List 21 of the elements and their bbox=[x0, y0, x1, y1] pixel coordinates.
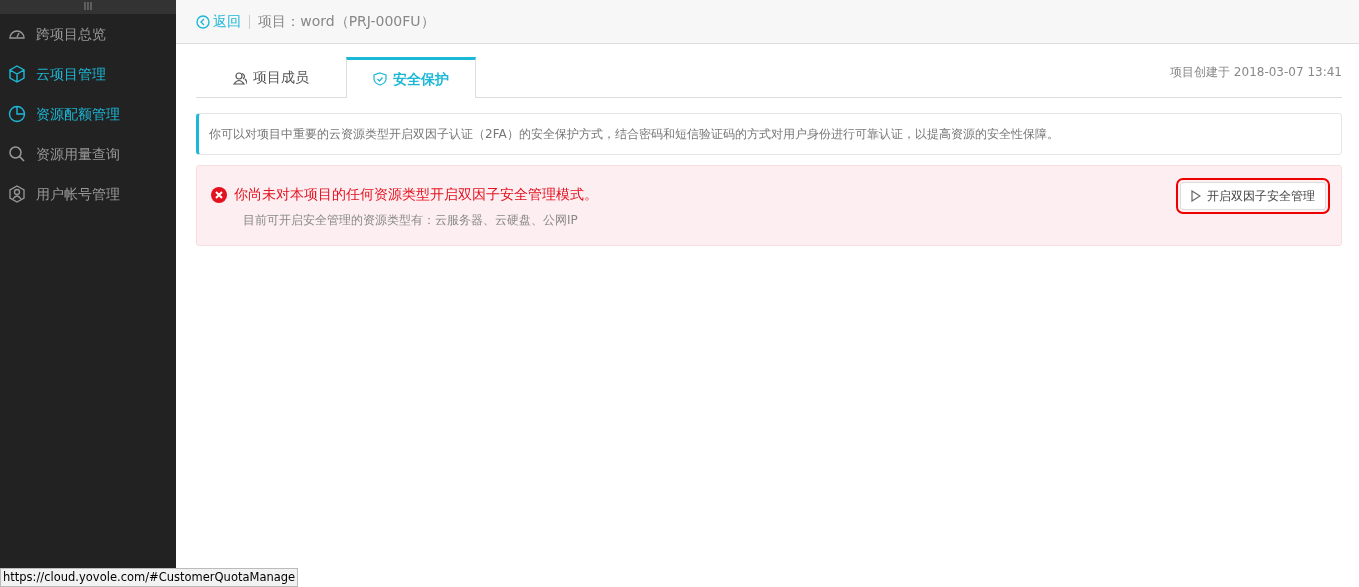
error-icon bbox=[211, 186, 227, 203]
status-url: https://cloud.yovole.com/#CustomerQuotaManage bbox=[0, 567, 299, 587]
play-icon bbox=[1191, 190, 1201, 202]
users-icon bbox=[233, 70, 247, 85]
shield-icon bbox=[373, 72, 387, 86]
info-note: 你可以对项目中重要的云资源类型开启双因子认证（2FA）的安全保护方式，结合密码和短信验证码的方式对用户身份进行可靠认证，以提高资源的安全性保障。 bbox=[196, 113, 1342, 155]
sidebar-item[interactable]: 资源配额管理 bbox=[0, 94, 176, 134]
created-time: 项目创建于 2018-03-07 13:41 bbox=[1170, 64, 1342, 81]
back-icon bbox=[196, 14, 210, 29]
search-icon bbox=[8, 145, 26, 163]
sidebar-item[interactable]: 资源用量查询 bbox=[0, 134, 176, 174]
pie-chart-icon bbox=[8, 105, 26, 123]
user-icon bbox=[8, 185, 26, 203]
cube-icon bbox=[8, 65, 26, 83]
alert-title: 你尚未对本项目的任何资源类型开启双因子安全管理模式。 bbox=[233, 185, 598, 204]
project-title: 项目：word（PRJ-000FU） bbox=[258, 12, 435, 31]
tab[interactable]: 项目成员 bbox=[206, 57, 336, 97]
sidebar-item[interactable]: 用户帐号管理 bbox=[0, 174, 176, 214]
sidebar-item[interactable]: 跨项目总览 bbox=[0, 14, 176, 54]
alert-detail: 目前可开启安全管理的资源类型有：云服务器、云硬盘、公网IP bbox=[243, 212, 579, 229]
sidebar-item[interactable]: 云项目管理 bbox=[0, 54, 176, 94]
